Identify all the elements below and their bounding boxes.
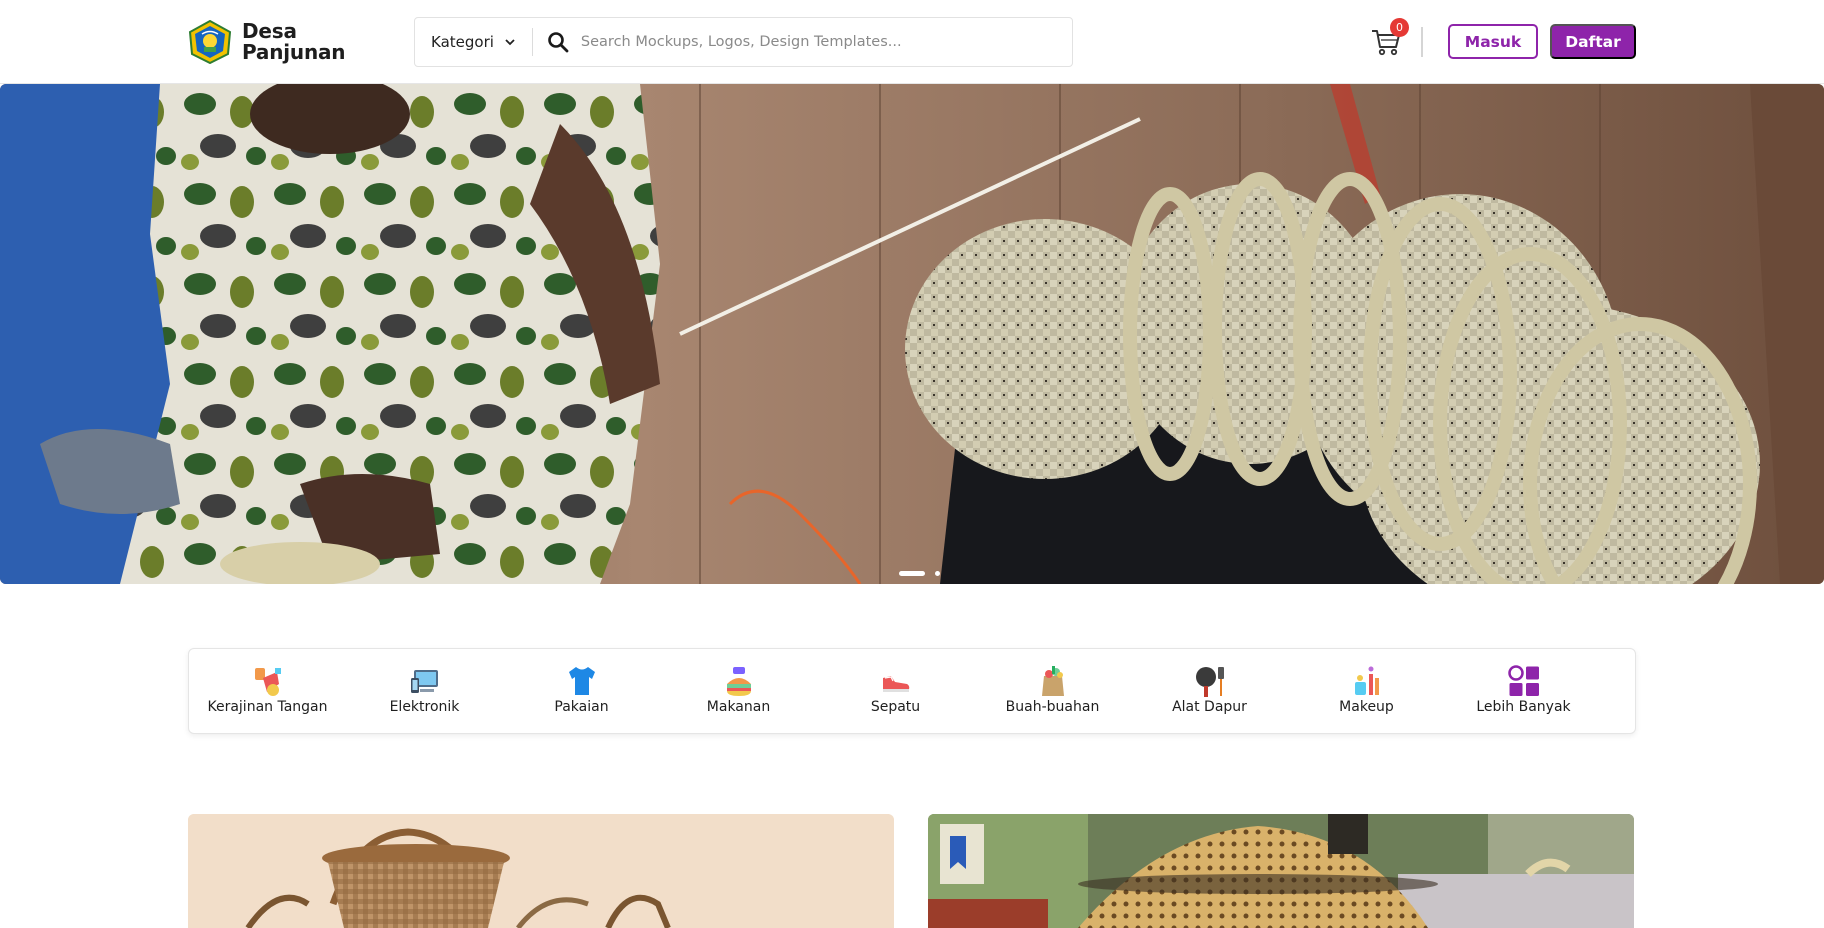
makeup-icon <box>1354 666 1379 695</box>
search-icon[interactable] <box>547 31 569 53</box>
kitchen-tools-icon <box>1195 667 1224 697</box>
category-label: Makanan <box>706 699 771 715</box>
fruit-bag-icon <box>1041 666 1064 696</box>
category-dropdown-label: Kategori <box>431 33 494 51</box>
category-label: Elektronik <box>389 699 460 715</box>
village-emblem-icon <box>188 20 232 64</box>
category-lebih-banyak[interactable]: Lebih Banyak <box>1445 649 1602 733</box>
category-makanan[interactable]: Makanan <box>660 649 817 733</box>
brand-line-1: Desa <box>242 19 297 43</box>
category-label: Alat Dapur <box>1172 699 1247 715</box>
category-sepatu[interactable]: Sepatu <box>817 649 974 733</box>
category-label: Buah-buahan <box>1005 699 1100 715</box>
category-makeup[interactable]: Makeup <box>1288 649 1445 733</box>
category-elektronik[interactable]: Elektronik <box>346 649 503 733</box>
hero-slider-dots <box>899 571 940 576</box>
category-kerajinan-tangan[interactable]: Kerajinan Tangan <box>189 649 346 733</box>
category-label: Pakaian <box>554 699 609 715</box>
header-separator <box>1421 27 1423 57</box>
login-button[interactable]: Masuk <box>1448 24 1538 59</box>
category-label: Makeup <box>1339 699 1394 715</box>
hero-image <box>0 84 1824 584</box>
brand-line-2: Panjunan <box>242 40 346 64</box>
product-image <box>928 814 1634 928</box>
search-input[interactable] <box>580 22 1072 62</box>
category-label: Sepatu <box>870 699 921 715</box>
site-header: Desa Panjunan Kategori 0 Masuk Daftar <box>0 0 1824 84</box>
brand-name: Desa Panjunan <box>242 19 346 64</box>
brand-logo[interactable]: Desa Panjunan <box>188 19 346 64</box>
product-image <box>188 814 894 928</box>
category-label: Kerajinan Tangan <box>207 699 328 715</box>
electronics-icon <box>410 670 438 693</box>
product-card[interactable] <box>188 814 894 928</box>
shoe-icon <box>882 676 909 692</box>
category-bar: Kerajinan Tangan Elektronik Pakaian Maka… <box>188 648 1636 734</box>
chevron-down-icon <box>505 39 515 46</box>
search-bar: Kategori <box>414 17 1073 67</box>
slider-dot-active[interactable] <box>899 571 925 576</box>
tshirt-icon <box>568 667 595 695</box>
food-icon <box>726 667 751 696</box>
product-card[interactable] <box>928 814 1634 928</box>
category-alat-dapur[interactable]: Alat Dapur <box>1131 649 1288 733</box>
category-buah-buahan[interactable]: Buah-buahan <box>974 649 1131 733</box>
search-divider <box>531 28 533 56</box>
handicraft-icon <box>254 668 281 696</box>
hero-banner[interactable] <box>0 84 1824 584</box>
category-dropdown[interactable]: Kategori <box>415 18 532 66</box>
category-pakaian[interactable]: Pakaian <box>503 649 660 733</box>
cart-count-badge: 0 <box>1390 18 1409 37</box>
register-button[interactable]: Daftar <box>1550 24 1636 59</box>
more-grid-icon <box>1507 665 1539 696</box>
slider-dot[interactable] <box>935 571 940 576</box>
category-label: Lebih Banyak <box>1476 699 1571 715</box>
